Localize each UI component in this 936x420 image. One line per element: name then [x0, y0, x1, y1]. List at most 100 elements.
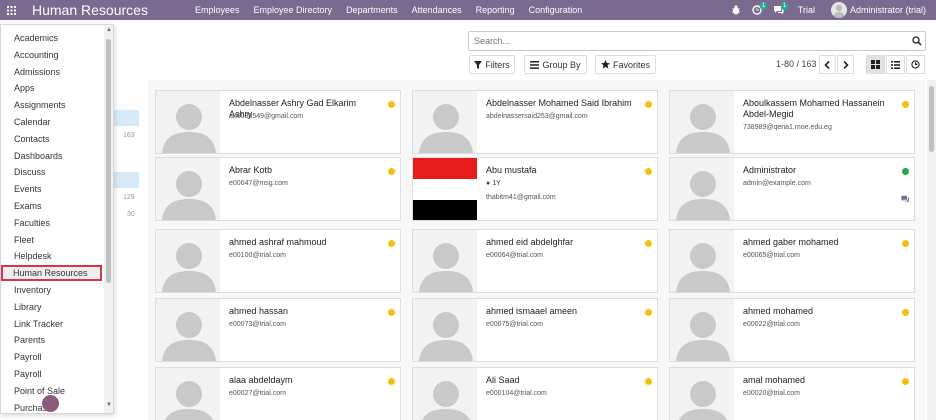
- messages-button[interactable]: 1: [773, 2, 789, 15]
- employee-name: alaa abdeldaym: [229, 375, 293, 385]
- chat-icon[interactable]: [900, 195, 910, 205]
- search-input[interactable]: [469, 32, 909, 50]
- list-view-icon: [891, 60, 900, 69]
- employee-email: thabitm41@gmail.com: [486, 194, 556, 201]
- menu-departments[interactable]: Departments: [339, 5, 405, 15]
- side-panel-count: 30: [127, 211, 135, 218]
- employee-name: Aboulkassem Mohamed Hassanein Abdel-Megi…: [743, 98, 885, 119]
- app-menu-item-library[interactable]: Library: [2, 299, 103, 315]
- app-menu-item-inventory[interactable]: Inventory: [2, 282, 103, 298]
- app-menu-item-apps[interactable]: Apps: [2, 80, 103, 96]
- page-scrollbar[interactable]: [927, 80, 936, 420]
- kanban-view-button[interactable]: [866, 55, 885, 74]
- app-menu-item-academics[interactable]: Academics: [2, 30, 103, 46]
- employee-photo-placeholder: [413, 299, 477, 361]
- app-title[interactable]: Human Resources: [32, 2, 182, 18]
- menu-attendances[interactable]: Attendances: [405, 5, 469, 15]
- group-by-label: Group By: [542, 59, 581, 70]
- menu-reporting[interactable]: Reporting: [469, 5, 522, 15]
- employee-card[interactable]: ahmed mohamed e00022@trial.com: [669, 298, 915, 362]
- app-menu-item-assignments[interactable]: Assignments: [2, 97, 103, 113]
- presence-status-icon: [902, 101, 909, 108]
- page-scrollbar-thumb[interactable]: [929, 86, 934, 152]
- group-by-button[interactable]: Group By: [524, 55, 587, 74]
- employee-photo-placeholder: [413, 230, 477, 292]
- favorites-label: Favorites: [612, 59, 650, 70]
- kanban-grid-icon: [871, 60, 880, 69]
- menu-employees[interactable]: Employees: [188, 5, 247, 15]
- app-menu-item-fleet[interactable]: Fleet: [2, 232, 103, 248]
- debug-bug-button[interactable]: [731, 5, 741, 15]
- employee-photo-placeholder: [413, 368, 477, 420]
- employee-card[interactable]: ahmed ismaael ameen e00075@trial.com: [412, 298, 658, 362]
- search-icon[interactable]: [909, 36, 925, 46]
- employee-card[interactable]: ahmed eid abdelghfar e00064@trial.com: [412, 229, 658, 293]
- presence-status-icon: [645, 101, 652, 108]
- app-menu-item-payroll[interactable]: Payroll: [2, 366, 103, 382]
- presence-status-icon: [645, 378, 652, 385]
- app-menu-item-link-tracker[interactable]: Link Tracker: [2, 316, 103, 332]
- side-panel-count: 163: [123, 132, 135, 139]
- menu-employee-directory[interactable]: Employee Directory: [247, 5, 340, 15]
- filters-label: Filters: [485, 59, 510, 70]
- app-menu-item-parents[interactable]: Parents: [2, 332, 103, 348]
- employee-card[interactable]: ahmed ashraf mahmoud e00100@trial.com: [155, 229, 401, 293]
- side-panel-count: 129: [123, 194, 135, 201]
- presence-status-icon: [645, 168, 652, 175]
- presence-status-icon: [902, 240, 909, 247]
- employee-card[interactable]: ahmed hassan e00073@trial.com: [155, 298, 401, 362]
- employee-name: Abu mustafa: [486, 165, 537, 175]
- employee-email: an6033549@gmail.com: [229, 113, 304, 120]
- side-panel-selected-row[interactable]: [112, 110, 139, 126]
- app-menu-item-contacts[interactable]: Contacts: [2, 131, 103, 147]
- employee-email: e00065@trial.com: [743, 252, 800, 259]
- app-menu-item-exams[interactable]: Exams: [2, 198, 103, 214]
- menu-configuration[interactable]: Configuration: [522, 5, 590, 15]
- app-menu-item-faculties[interactable]: Faculties: [2, 215, 103, 231]
- clock-icon: [911, 60, 920, 69]
- bug-icon: [731, 5, 740, 15]
- employee-card[interactable]: alaa abdeldaym e00027@trial.com: [155, 367, 401, 420]
- employee-card[interactable]: Aboulkassem Mohamed Hassanein Abdel-Megi…: [669, 90, 915, 154]
- apps-dropdown-scrollbar[interactable]: ▲ ▼: [104, 25, 113, 413]
- employee-card[interactable]: amal mohamed e00020@trial.com: [669, 367, 915, 420]
- employee-kanban: Abdelnasser Ashry Gad Elkarim Ashry an603…: [148, 80, 926, 420]
- app-menu-item-admissions[interactable]: Admissions: [2, 64, 103, 80]
- side-panel-highlighted-row[interactable]: [112, 172, 139, 188]
- pager-value[interactable]: 1-80 / 163: [776, 59, 817, 69]
- app-menu-item-human-resources[interactable]: Human Resources: [1, 265, 102, 282]
- scroll-down-icon[interactable]: ▼: [106, 402, 112, 408]
- employee-card[interactable]: Abdelnasser Ashry Gad Elkarim Ashry an603…: [155, 90, 401, 154]
- pager-previous-button[interactable]: [819, 55, 836, 74]
- employee-photo-placeholder: [156, 91, 220, 153]
- presence-status-icon: [902, 378, 909, 385]
- app-menu-item-discuss[interactable]: Discuss: [2, 164, 103, 180]
- list-view-button[interactable]: [886, 55, 905, 74]
- pager-next-button[interactable]: [837, 55, 854, 74]
- app-menu-item-calendar[interactable]: Calendar: [2, 114, 103, 130]
- apps-menu-button[interactable]: [0, 0, 22, 20]
- employee-tag-label: 1Y: [492, 180, 501, 187]
- chevron-right-icon: [843, 60, 849, 69]
- activity-view-button[interactable]: [906, 55, 925, 74]
- app-menu-item-accounting[interactable]: Accounting: [2, 47, 103, 63]
- employee-card[interactable]: Abrar Kotb e00047@msg.com: [155, 157, 401, 221]
- app-menu-item-payroll[interactable]: Payroll: [2, 349, 103, 365]
- app-menu-item-events[interactable]: Events: [2, 181, 103, 197]
- employee-card[interactable]: Abdelnasser Mohamed Said Ibrahim abdelnas…: [412, 90, 658, 154]
- employee-card[interactable]: ahmed gaber mohamed e00065@trial.com: [669, 229, 915, 293]
- apps-dropdown-scrollbar-thumb[interactable]: [106, 39, 111, 283]
- employee-card[interactable]: Administrator admin@example.com: [669, 157, 915, 221]
- scroll-up-icon[interactable]: ▲: [106, 27, 112, 33]
- chevron-left-icon: [824, 60, 830, 69]
- user-avatar: [830, 2, 847, 18]
- employee-card[interactable]: Abu mustafa ● 1Y thabitm41@gmail.com: [412, 157, 658, 221]
- filters-button[interactable]: Filters: [469, 55, 515, 74]
- activity-button[interactable]: 1: [752, 2, 768, 15]
- favorites-button[interactable]: Favorites: [595, 55, 656, 74]
- employee-email: e00022@trial.com: [743, 321, 800, 328]
- app-menu-item-helpdesk[interactable]: Helpdesk: [2, 248, 103, 264]
- app-menu-item-dashboards[interactable]: Dashboards: [2, 148, 103, 164]
- employee-card[interactable]: Ali Saad e000104@trial.com: [412, 367, 658, 420]
- user-menu[interactable]: Administrator (trial): [830, 2, 926, 18]
